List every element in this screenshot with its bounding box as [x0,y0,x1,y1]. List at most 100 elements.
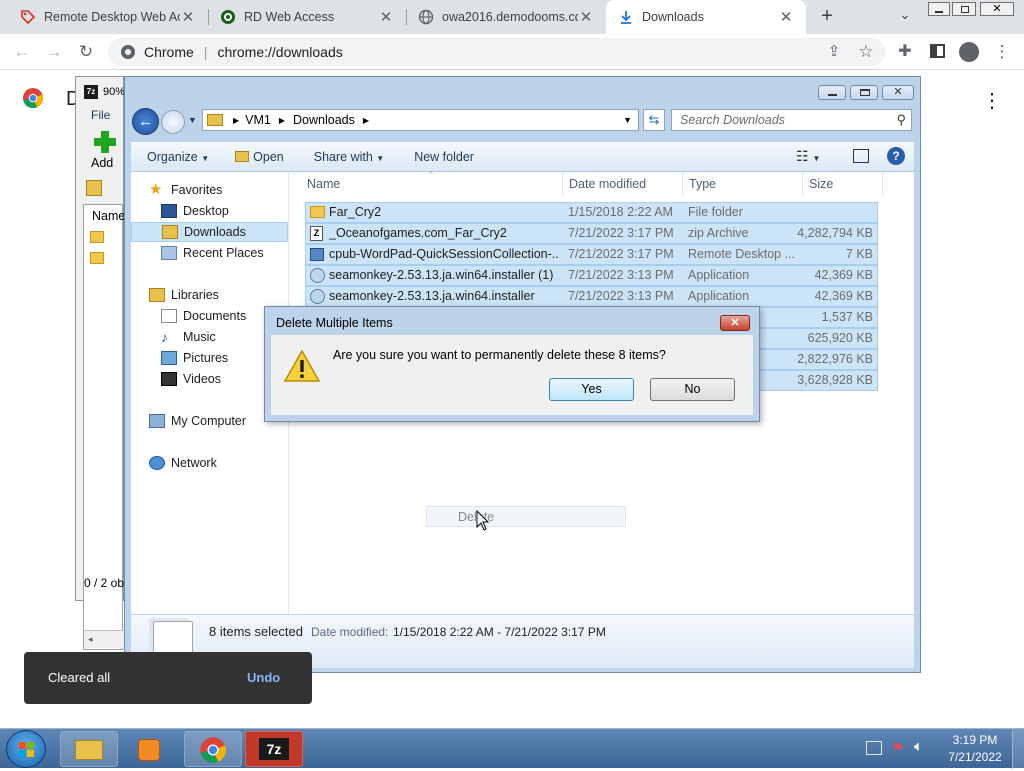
network-globe-icon [149,456,165,470]
column-header-date[interactable]: Date modified [563,172,683,196]
share-with-button[interactable]: Share with ▼ [300,150,400,164]
tab-strip: Remote Desktop Web Ac ✕ RD Web Access ✕ … [0,0,1024,34]
omnibox-url: chrome://downloads [217,44,343,60]
back-arrow-icon[interactable]: ← [11,41,33,63]
file-row[interactable]: seamonkey-2.53.13.ja.win64.installer 7/2… [305,286,878,307]
taskbar-media-player[interactable] [120,731,178,767]
explorer-back-icon[interactable]: ← [132,108,159,135]
remote-desktop-file-icon [310,248,324,261]
nav-videos[interactable]: Videos [161,369,221,389]
tab-owa[interactable]: owa2016.demodooms.co ✕ [406,0,606,34]
explorer-forward-icon[interactable] [161,110,185,134]
nav-downloads[interactable]: Downloads [131,222,288,242]
column-header-size[interactable]: Size [803,172,883,196]
dialog-title: Delete Multiple Items [276,316,393,330]
breadcrumb-downloads[interactable]: Downloads [293,113,355,127]
download-icon [621,11,631,24]
file-row[interactable]: Far_Cry2 1/15/2018 2:22 AM File folder [305,202,878,223]
videos-icon [161,372,177,386]
clock-date[interactable]: 7/21/2022 [940,750,1010,764]
file-row[interactable]: cpub-WordPad-QuickSessionCollection-... … [305,244,878,265]
address-bar[interactable]: ▶ VM1 ▶ Downloads ▶ ▼ [202,109,639,131]
view-options-icon[interactable]: ☷ ▼ [796,148,820,165]
nav-music[interactable]: ♪ Music [161,327,216,347]
nav-network[interactable]: Network [149,453,217,473]
open-button[interactable]: Open [225,150,300,164]
dialog-close-button[interactable]: ✕ [720,315,750,331]
libraries-header[interactable]: Libraries [149,285,219,305]
taskbar-7zip[interactable]: 7z [245,731,303,767]
undo-button[interactable]: Undo [247,670,280,685]
address-dropdown-icon[interactable]: ▼ [623,115,632,125]
column-header-name[interactable]: Name ^ [301,170,563,196]
taskbar-chrome[interactable] [184,731,242,767]
extensions-puzzle-icon[interactable]: ✚ [894,41,916,63]
column-header-type[interactable]: Type [683,172,803,196]
favorites-header[interactable]: ★ Favorites [149,180,222,200]
volume-icon[interactable]: 🔈︎ [914,738,923,755]
search-icon[interactable]: ⚲ [896,112,906,128]
minimize-button[interactable] [928,2,950,16]
clock-time[interactable]: 3:19 PM [940,733,1010,747]
chrome-menu-icon[interactable]: ⋮ [991,41,1013,63]
nav-my-computer[interactable]: My Computer [149,411,246,431]
page-menu-icon[interactable]: ⋮ [982,88,1002,113]
explorer-close-button[interactable]: ✕ [882,85,914,100]
preview-pane-icon[interactable] [853,149,869,163]
new-folder-button[interactable]: New folder [400,150,490,164]
up-folder-icon[interactable] [86,180,102,196]
explorer-minimize-button[interactable] [818,85,846,100]
nav-recent-places[interactable]: Recent Places [161,243,264,263]
horizontal-scrollbar[interactable]: ◂ [84,630,124,648]
help-icon[interactable]: ? [887,147,905,165]
downloads-folder-icon [162,225,178,239]
installer-app-icon [310,289,325,304]
nav-pictures[interactable]: Pictures [161,348,228,368]
omnibox[interactable]: Chrome | chrome://downloads [108,38,886,66]
taskbar-explorer[interactable] [60,731,118,767]
yes-button[interactable]: Yes [549,378,634,401]
folder-icon [207,114,223,126]
search-downloads-input[interactable]: Search Downloads ⚲ [671,109,912,131]
side-panel-icon[interactable] [926,41,948,63]
close-tab-icon[interactable]: ✕ [578,8,594,26]
file-row[interactable]: Z _Oceanofgames.com_Far_Cry2 7/21/2022 3… [305,223,878,244]
sevenzip-menu-file[interactable]: File [91,108,110,122]
reload-icon[interactable]: ↻ [75,41,97,63]
bookmark-star-icon[interactable]: ☆ [855,41,877,63]
refresh-icon[interactable]: ⇆ [643,109,665,131]
start-button[interactable] [6,730,46,768]
breadcrumb-vm1[interactable]: VM1 [245,113,271,127]
tab-search-chevron-icon[interactable]: ⌄ [896,7,914,25]
close-tab-icon[interactable]: ✕ [378,8,394,26]
pictures-icon [161,351,177,365]
chrome-logo-icon [23,88,44,109]
profile-avatar-icon[interactable] [958,41,980,63]
file-row[interactable]: seamonkey-2.53.13.ja.win64.installer (1)… [305,265,878,286]
organize-button[interactable]: Organize ▼ [131,150,225,164]
action-center-icon[interactable] [866,741,882,755]
close-tab-icon[interactable]: ✕ [180,8,196,26]
tab-rd-web-access[interactable]: RD Web Access ✕ [208,0,406,34]
open-folder-icon [235,150,250,162]
explorer-maximize-button[interactable] [850,85,878,100]
nav-documents[interactable]: Documents [161,306,246,326]
recent-pages-chevron-icon[interactable]: ▼ [188,115,197,125]
add-label: Add [91,156,114,170]
show-desktop-button[interactable] [1012,729,1024,769]
close-window-button[interactable]: ✕ [980,2,1014,16]
nav-desktop[interactable]: Desktop [161,201,229,221]
network-error-icon[interactable]: ⚑ [892,741,906,755]
browser-toolbar: ← → ↻ Chrome | chrome://downloads ⇪ ☆ ✚ … [0,34,1024,70]
column-name-header[interactable]: Name [92,209,125,223]
tab-downloads[interactable]: Downloads ✕ [606,0,806,34]
share-icon[interactable]: ⇪ [823,41,845,63]
restore-button[interactable] [952,2,976,16]
close-tab-icon[interactable]: ✕ [778,8,794,26]
chrome-site-icon [121,45,135,59]
no-button[interactable]: No [650,378,735,401]
tab-remote-desktop[interactable]: Remote Desktop Web Ac ✕ [8,0,208,34]
add-plus-icon[interactable] [94,131,116,153]
forward-arrow-icon[interactable]: → [43,41,65,63]
new-tab-button[interactable]: + [816,5,838,27]
